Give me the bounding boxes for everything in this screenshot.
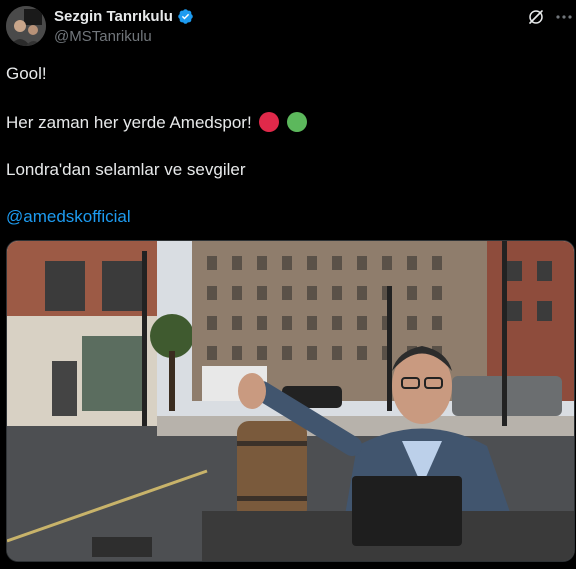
grok-icon[interactable]: [527, 8, 545, 26]
tweet-photo[interactable]: [6, 240, 575, 562]
tweet-text-amedspor: Her zaman her yerde Amedspor!: [6, 113, 252, 132]
tweet-text-line-2: Her zaman her yerde Amedspor!: [6, 112, 308, 133]
green-circle-emoji-icon: [287, 112, 308, 132]
tweet-text-line-1: Gool!: [6, 64, 47, 83]
red-circle-emoji-icon: [259, 112, 280, 132]
avatar[interactable]: [6, 6, 46, 46]
verified-badge-icon: [178, 9, 193, 24]
handle[interactable]: @MSTanrikulu: [54, 28, 152, 45]
name-row: Sezgin Tanrıkulu: [54, 8, 194, 25]
tweet-text-line-3: Londra'dan selamlar ve sevgiler: [6, 160, 246, 179]
tweet-header: Sezgin Tanrıkulu @MSTanrikulu: [0, 0, 576, 50]
display-name[interactable]: Sezgin Tanrıkulu: [54, 8, 173, 25]
more-options-icon[interactable]: [556, 14, 572, 20]
photo-illustration: [7, 241, 574, 561]
mention-link[interactable]: @amedskofficial: [6, 207, 131, 227]
